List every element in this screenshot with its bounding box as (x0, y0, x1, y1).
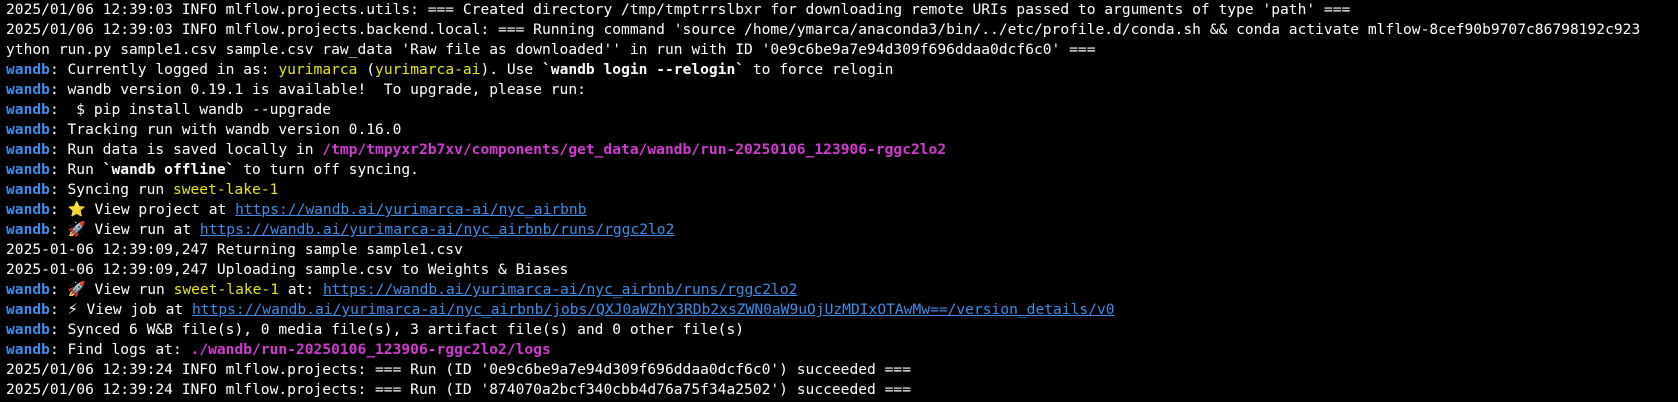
log-line-wandb-syncing: wandb: Syncing run sweet-lake-1 (6, 180, 1678, 200)
log-text: : Tracking run with wandb version 0.16.0 (49, 121, 402, 138)
log-text: : Run (49, 161, 103, 178)
log-line-mlflow-running-command: 2025/01/06 12:39:03 INFO mlflow.projects… (6, 21, 1641, 38)
wandb-prefix: wandb (6, 321, 50, 338)
wandb-prefix: wandb (6, 81, 50, 98)
wandb-prefix: wandb (6, 101, 50, 118)
run-name: sweet-lake-1 (173, 281, 279, 298)
wandb-prefix: wandb (6, 61, 50, 78)
rocket-icon: 🚀 (67, 281, 86, 298)
wandb-prefix: wandb (6, 341, 50, 358)
log-line-wandb-view-project: wandb: ⭐ View project at https://wandb.a… (6, 200, 1678, 220)
star-icon: ⭐ (67, 201, 86, 218)
log-line-returning-sample: 2025-01-06 12:39:09,247 Returning sample… (6, 241, 463, 258)
log-line-mlflow-run-succeeded: 2025/01/06 12:39:24 INFO mlflow.projects… (6, 361, 911, 378)
log-line-wandb-view-job: wandb: ⚡ View job at https://wandb.ai/yu… (6, 300, 1678, 320)
wandb-prefix: wandb (6, 221, 50, 238)
log-text: : Syncing run (49, 181, 173, 198)
log-line-wandb-synced: wandb: Synced 6 W&B file(s), 0 media fil… (6, 320, 1678, 340)
run-link[interactable]: https://wandb.ai/yurimarca-ai/nyc_airbnb… (200, 221, 674, 238)
log-text: : (49, 301, 68, 318)
log-text: View run at (85, 221, 200, 238)
local-run-path: /tmp/tmpyxr2b7xv/components/get_data/wan… (322, 141, 947, 158)
log-text: : Synced 6 W&B file(s), 0 media file(s),… (49, 321, 745, 338)
wandb-prefix: wandb (6, 141, 50, 158)
log-text: to force relogin (744, 61, 894, 78)
wandb-prefix: wandb (6, 121, 50, 138)
project-link[interactable]: https://wandb.ai/yurimarca-ai/nyc_airbnb (235, 201, 586, 218)
log-line-wandb-logged-in: wandb: Currently logged in as: yurimarca… (6, 60, 1678, 80)
rocket-icon: 🚀 (67, 221, 86, 238)
log-text: : (49, 201, 68, 218)
lightning-icon: ⚡ (67, 301, 78, 318)
wandb-prefix: wandb (6, 181, 50, 198)
log-line-wandb-find-logs: wandb: Find logs at: ./wandb/run-2025010… (6, 340, 1678, 360)
log-line-wandb-view-run-final: wandb: 🚀 View run sweet-lake-1 at: https… (6, 280, 1678, 300)
log-text: : Find logs at: (49, 341, 191, 358)
log-text: at: (279, 281, 323, 298)
wandb-username: yurimarca (278, 61, 358, 78)
wandb-prefix: wandb (6, 201, 50, 218)
log-line-wandb-tracking: wandb: Tracking run with wandb version 0… (6, 120, 1678, 140)
relogin-command: `wandb login --relogin` (542, 61, 745, 78)
log-text: : Run data is saved locally in (49, 141, 323, 158)
log-line-mlflow-created-dir: 2025/01/06 12:39:03 INFO mlflow.projects… (6, 1, 1351, 18)
log-text: View project at (85, 201, 236, 218)
log-text: : (49, 221, 68, 238)
wandb-entity: yurimarca-ai (375, 61, 481, 78)
log-text: : Currently logged in as: (49, 61, 279, 78)
run-name: sweet-lake-1 (172, 181, 279, 198)
log-text: : (49, 281, 68, 298)
log-line-mlflow-command-continued: ython run.py sample1.csv sample.csv raw_… (6, 41, 1096, 58)
logs-path: ./wandb/run-20250106_123906-rggc2lo2/log… (190, 341, 551, 358)
log-text: : wandb version 0.19.1 is available! To … (49, 81, 586, 98)
log-line-wandb-offline-hint: wandb: Run `wandb offline` to turn off s… (6, 160, 1678, 180)
log-line-uploading-sample: 2025-01-06 12:39:09,247 Uploading sample… (6, 261, 569, 278)
log-text: View job at (77, 301, 192, 318)
log-line-wandb-saved-locally: wandb: Run data is saved locally in /tmp… (6, 140, 1678, 160)
log-text: : $ pip install wandb --upgrade (49, 101, 332, 118)
wandb-prefix: wandb (6, 161, 50, 178)
log-text: View run (85, 281, 174, 298)
job-link[interactable]: https://wandb.ai/yurimarca-ai/nyc_airbnb… (192, 301, 1115, 318)
log-text: ( (357, 61, 376, 78)
log-line-wandb-version-available: wandb: wandb version 0.19.1 is available… (6, 80, 1678, 100)
offline-command: `wandb offline` (102, 161, 235, 178)
log-text: to turn off syncing. (234, 161, 419, 178)
log-line-wandb-pip-upgrade: wandb: $ pip install wandb --upgrade (6, 100, 1678, 120)
wandb-prefix: wandb (6, 301, 50, 318)
log-text: ). Use (480, 61, 542, 78)
terminal-output[interactable]: 2025/01/06 12:39:03 INFO mlflow.projects… (0, 0, 1678, 402)
log-line-mlflow-run-succeeded: 2025/01/06 12:39:24 INFO mlflow.projects… (6, 381, 911, 398)
wandb-prefix: wandb (6, 281, 50, 298)
run-link[interactable]: https://wandb.ai/yurimarca-ai/nyc_airbnb… (323, 281, 797, 298)
log-line-wandb-view-run: wandb: 🚀 View run at https://wandb.ai/yu… (6, 220, 1678, 240)
